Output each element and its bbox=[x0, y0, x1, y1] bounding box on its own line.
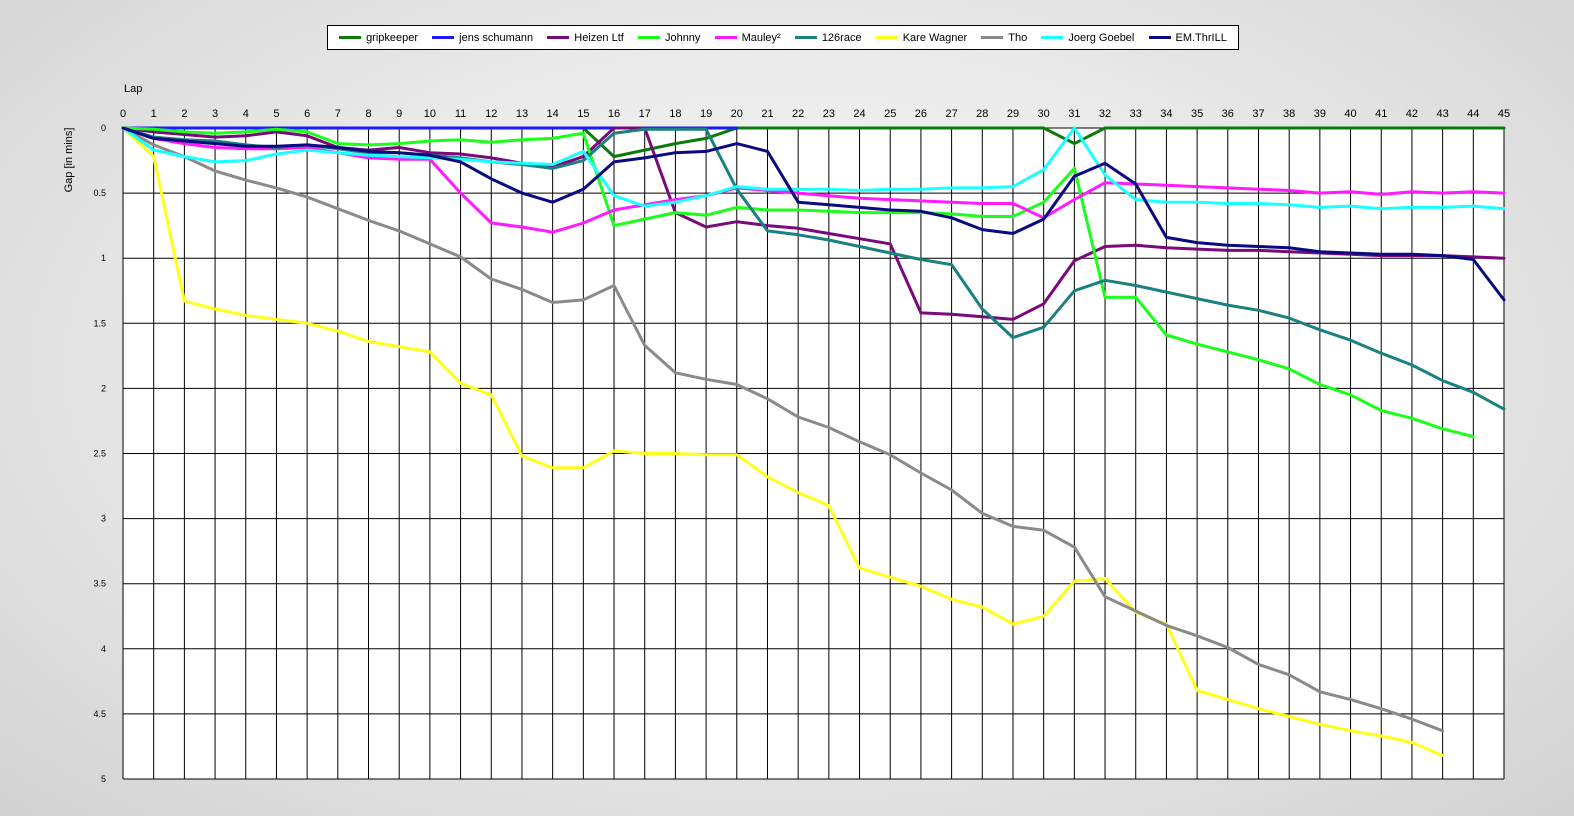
x-tick-label: 17 bbox=[639, 108, 651, 120]
x-tick-label: 31 bbox=[1068, 108, 1080, 120]
x-tick-label: 45 bbox=[1498, 108, 1510, 120]
x-tick-label: 10 bbox=[424, 108, 436, 120]
x-tick-labels: 0 1 2 3 4 5 6 7 8 9 10 11 12 13 14 15 16 17 18 19 20 21 22 23 24… bbox=[120, 108, 1510, 120]
y-tick-label: 0 bbox=[101, 123, 106, 133]
x-tick-label: 3 bbox=[212, 108, 218, 120]
y-tick-label: 1 bbox=[101, 253, 106, 263]
x-tick-label: 44 bbox=[1467, 108, 1479, 120]
x-tick-label: 2 bbox=[181, 108, 187, 120]
x-tick-label: 22 bbox=[792, 108, 804, 120]
x-tick-label: 40 bbox=[1344, 108, 1356, 120]
x-tick-label: 7 bbox=[335, 108, 341, 120]
x-axis-title: Lap bbox=[124, 83, 142, 95]
y-tick-label: 2.5 bbox=[93, 449, 106, 459]
x-tick-label: 8 bbox=[365, 108, 371, 120]
y-axis-title: Gap [in mins] bbox=[63, 128, 75, 193]
x-tick-label: 4 bbox=[243, 108, 249, 120]
x-tick-label: 26 bbox=[915, 108, 927, 120]
x-tick-label: 29 bbox=[1007, 108, 1019, 120]
line-chart: 0 1 2 3 4 5 6 7 8 9 10 11 12 13 14 15 16 17 18 19 20 21 22 23 24… bbox=[63, 83, 1510, 784]
x-tick-label: 41 bbox=[1375, 108, 1387, 120]
x-tick-label: 15 bbox=[577, 108, 589, 120]
x-tick-label: 27 bbox=[945, 108, 957, 120]
x-tick-label: 33 bbox=[1130, 108, 1142, 120]
x-tick-label: 34 bbox=[1160, 108, 1172, 120]
x-tick-label: 35 bbox=[1191, 108, 1203, 120]
y-tick-label: 1.5 bbox=[93, 318, 106, 328]
x-tick-label: 16 bbox=[608, 108, 620, 120]
x-tick-label: 5 bbox=[273, 108, 279, 120]
y-tick-label: 2 bbox=[101, 383, 106, 393]
y-tick-label: 5 bbox=[101, 774, 106, 784]
x-tick-label: 18 bbox=[669, 108, 681, 120]
x-tick-label: 19 bbox=[700, 108, 712, 120]
y-tick-label: 3.5 bbox=[93, 579, 106, 589]
x-tick-label: 30 bbox=[1038, 108, 1050, 120]
y-tick-label: 4 bbox=[101, 644, 106, 654]
x-tick-label: 9 bbox=[396, 108, 402, 120]
x-tick-label: 20 bbox=[731, 108, 743, 120]
x-tick-label: 11 bbox=[455, 108, 466, 120]
y-tick-label: 4.5 bbox=[93, 709, 106, 719]
x-tick-label: 1 bbox=[151, 108, 157, 120]
x-tick-label: 25 bbox=[884, 108, 896, 120]
y-tick-label: 3 bbox=[101, 514, 106, 524]
x-tick-label: 13 bbox=[516, 108, 528, 120]
y-tick-labels: 0 0.5 1 1.5 2 2.5 3 3.5 4 4.5 5 bbox=[93, 123, 106, 784]
x-tick-label: 32 bbox=[1099, 108, 1111, 120]
x-tick-label: 36 bbox=[1222, 108, 1234, 120]
x-tick-label: 24 bbox=[853, 108, 865, 120]
y-tick-label: 0.5 bbox=[93, 188, 106, 198]
x-tick-label: 42 bbox=[1406, 108, 1418, 120]
x-tick-label: 14 bbox=[547, 108, 559, 120]
x-tick-label: 38 bbox=[1283, 108, 1295, 120]
x-tick-label: 0 bbox=[120, 108, 126, 120]
x-tick-label: 28 bbox=[976, 108, 988, 120]
x-tick-label: 21 bbox=[761, 108, 773, 120]
x-tick-label: 43 bbox=[1436, 108, 1448, 120]
x-tick-label: 12 bbox=[485, 108, 497, 120]
x-tick-label: 39 bbox=[1314, 108, 1326, 120]
x-tick-label: 6 bbox=[304, 108, 310, 120]
x-tick-label: 37 bbox=[1252, 108, 1264, 120]
x-tick-label: 23 bbox=[823, 108, 835, 120]
